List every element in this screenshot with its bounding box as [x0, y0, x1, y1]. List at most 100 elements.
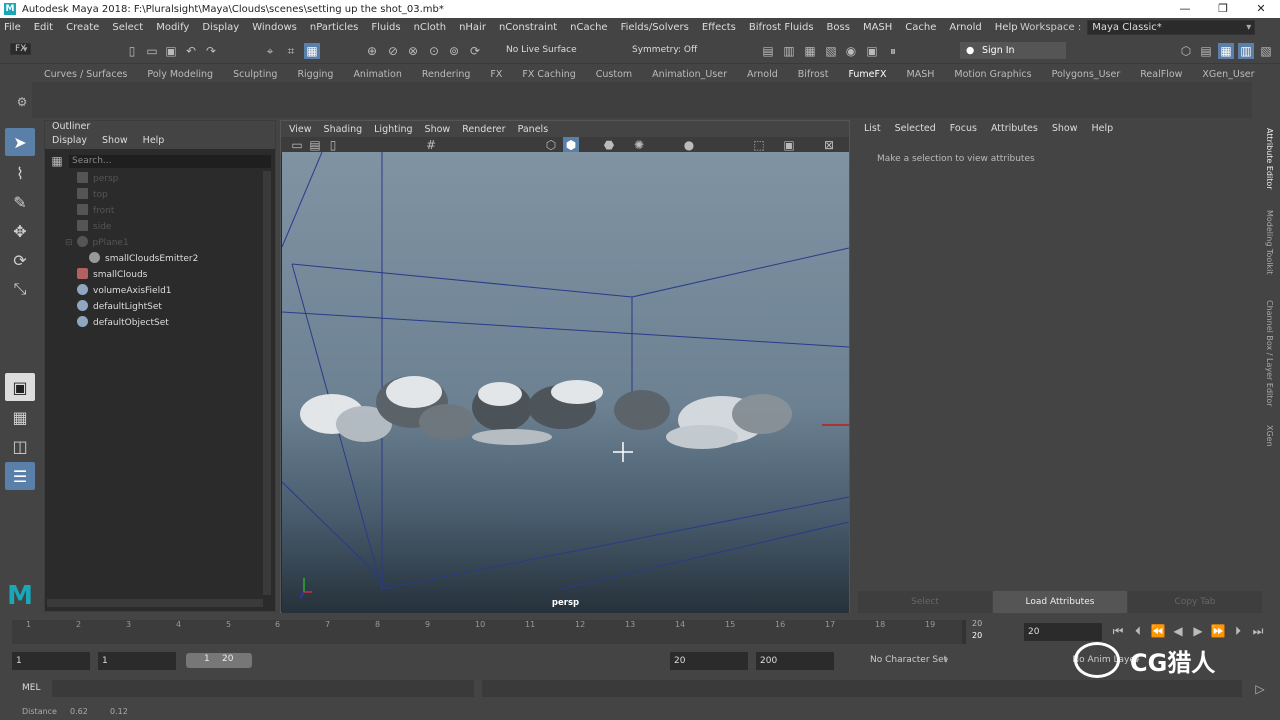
shelf-tab-realflow[interactable]: RealFlow	[1130, 69, 1192, 80]
side-by-side-layout-icon[interactable]: ◫	[5, 432, 35, 460]
playback-end-field[interactable]: 20	[670, 652, 748, 670]
channel-box-toggle-icon[interactable]: ▥	[1238, 43, 1254, 59]
shelf-tab-xgen-user[interactable]: XGen_User	[1192, 69, 1264, 80]
shelf-tab-curves-surfaces[interactable]: Curves / Surfaces	[34, 69, 137, 80]
animation-end-field[interactable]: 200	[756, 652, 834, 670]
sign-in-button[interactable]: ● Sign In	[960, 42, 1066, 59]
outliner-item[interactable]: persp	[77, 171, 118, 187]
outliner-item[interactable]: volumeAxisField1	[77, 283, 172, 299]
menu-windows[interactable]: Windows	[252, 22, 297, 33]
snap-pivot-icon[interactable]: ⟳	[467, 43, 483, 59]
go-to-start-icon[interactable]: ⏮	[1110, 623, 1126, 639]
snap-grid-icon[interactable]: ⊕	[364, 43, 380, 59]
character-set-dropdown[interactable]: No Character Set	[866, 655, 952, 665]
shelf-settings-gear-icon[interactable]: ⚙	[14, 94, 30, 110]
shelf-tab-rigging[interactable]: Rigging	[287, 69, 343, 80]
play-backwards-icon[interactable]: ◀	[1170, 623, 1186, 639]
undo-icon[interactable]: ↶	[183, 43, 199, 59]
menu-arnold[interactable]: Arnold	[949, 22, 981, 33]
outliner-item[interactable]: defaultLightSet	[77, 299, 162, 315]
outliner-item[interactable]: ⊟ pPlane1	[65, 235, 129, 251]
modeling-toolkit-icon[interactable]: ⬡	[1178, 43, 1194, 59]
viewport-menu-panels[interactable]: Panels	[518, 124, 549, 135]
arnold-render-icon[interactable]: ▣	[864, 43, 880, 59]
attr-menu-list[interactable]: List	[864, 123, 881, 134]
menu-effects[interactable]: Effects	[702, 22, 736, 33]
panel-toggle-icon[interactable]: ▧	[1258, 43, 1274, 59]
outliner-filter-icon[interactable]: ▦	[49, 153, 65, 169]
outliner-menu-help[interactable]: Help	[143, 135, 165, 149]
current-frame-marker[interactable]	[962, 620, 966, 644]
outliner-menu-show[interactable]: Show	[102, 135, 128, 149]
go-to-end-icon[interactable]: ⏭	[1250, 623, 1266, 639]
mel-label[interactable]: MEL	[22, 683, 40, 693]
menu-nhair[interactable]: nHair	[459, 22, 486, 33]
select-button[interactable]: Select	[858, 591, 992, 613]
shelf-tab-custom[interactable]: Custom	[586, 69, 642, 80]
wireframe-icon[interactable]: ⬡	[543, 137, 559, 153]
shelf-tab-polygons-user[interactable]: Polygons_User	[1042, 69, 1131, 80]
shelf-tab-fx-caching[interactable]: FX Caching	[512, 69, 585, 80]
grid-toggle-icon[interactable]: #	[423, 137, 439, 153]
side-tab-channel-box[interactable]: Channel Box / Layer Editor	[1265, 300, 1274, 407]
outliner-item[interactable]: smallCloudsEmitter2	[89, 251, 198, 267]
select-component-icon[interactable]: ▦	[304, 43, 320, 59]
script-editor-icon[interactable]: ▷	[1252, 681, 1268, 697]
hypershade-icon[interactable]: ◉	[843, 43, 859, 59]
outliner-search-input[interactable]: Search...	[69, 155, 271, 168]
snap-surface-icon[interactable]: ⊚	[446, 43, 462, 59]
rotate-tool-icon[interactable]: ⟳	[5, 246, 35, 274]
render-stop-icon[interactable]: ⏸	[885, 43, 901, 59]
outliner-menu-display[interactable]: Display	[52, 135, 87, 149]
menu-file[interactable]: File	[4, 22, 21, 33]
attr-menu-show[interactable]: Show	[1052, 123, 1078, 134]
menu-help[interactable]: Help	[995, 22, 1018, 33]
attr-menu-focus[interactable]: Focus	[950, 123, 977, 134]
new-scene-icon[interactable]: ▯	[124, 43, 140, 59]
menu-create[interactable]: Create	[66, 22, 99, 33]
outliner-horizontal-scrollbar[interactable]	[47, 599, 263, 607]
scale-tool-icon[interactable]: ⤡	[5, 275, 35, 303]
render-settings-icon[interactable]: ▧	[823, 43, 839, 59]
move-manipulator-icon[interactable]	[613, 442, 633, 462]
side-tab-xgen[interactable]: XGen	[1265, 425, 1274, 447]
copy-tab-button[interactable]: Copy Tab	[1128, 591, 1262, 613]
load-attributes-button[interactable]: Load Attributes	[993, 591, 1127, 613]
menu-mash[interactable]: MASH	[863, 22, 892, 33]
shelf-tab-motion-graphics[interactable]: Motion Graphics	[944, 69, 1041, 80]
shelf-tab-poly-modeling[interactable]: Poly Modeling	[137, 69, 223, 80]
shelf-tab-mash[interactable]: MASH	[897, 69, 945, 80]
shelf-tab-animation[interactable]: Animation	[343, 69, 411, 80]
open-scene-icon[interactable]: ▭	[144, 43, 160, 59]
render-view-icon[interactable]: ▤	[760, 43, 776, 59]
menu-nconstraint[interactable]: nConstraint	[499, 22, 557, 33]
menu-modify[interactable]: Modify	[156, 22, 189, 33]
close-button[interactable]: ✕	[1242, 0, 1280, 18]
menu-fields-solvers[interactable]: Fields/Solvers	[621, 22, 689, 33]
menu-cache[interactable]: Cache	[905, 22, 936, 33]
isolate-select-icon[interactable]: ⬚	[751, 137, 767, 153]
scene-view[interactable]: persp	[282, 152, 849, 613]
camera-attributes-icon[interactable]: ▤	[307, 137, 323, 153]
step-forward-key-icon[interactable]: ⏩	[1210, 623, 1226, 639]
shadows-icon[interactable]: ●	[681, 137, 697, 153]
menu-edit[interactable]: Edit	[34, 22, 53, 33]
single-perspective-layout-icon[interactable]: ▣	[5, 373, 35, 401]
menu-bifrost-fluids[interactable]: Bifrost Fluids	[749, 22, 814, 33]
move-tool-icon[interactable]: ✥	[5, 217, 35, 245]
side-tab-attribute-editor[interactable]: Attribute Editor	[1265, 128, 1274, 190]
ipr-render-icon[interactable]: ▦	[802, 43, 818, 59]
step-back-frame-icon[interactable]: ⏴	[1130, 623, 1146, 639]
mel-input[interactable]	[52, 680, 474, 697]
time-ruler[interactable]: 1 2 3 4 5 6 7 8 9 10 11 12 13 14 15 16 1…	[12, 620, 966, 644]
menuset-dropdown[interactable]: FX	[10, 43, 32, 55]
snap-view-icon[interactable]: ⊙	[426, 43, 442, 59]
menu-fluids[interactable]: Fluids	[371, 22, 400, 33]
maximize-button[interactable]: ❐	[1204, 0, 1242, 18]
step-forward-frame-icon[interactable]: ⏵	[1230, 623, 1246, 639]
outliner-item[interactable]: defaultObjectSet	[77, 315, 169, 331]
save-scene-icon[interactable]: ▣	[163, 43, 179, 59]
outliner-vertical-scrollbar[interactable]	[263, 171, 271, 595]
menu-nparticles[interactable]: nParticles	[310, 22, 359, 33]
workspace-dropdown[interactable]: Maya Classic*	[1087, 20, 1256, 35]
